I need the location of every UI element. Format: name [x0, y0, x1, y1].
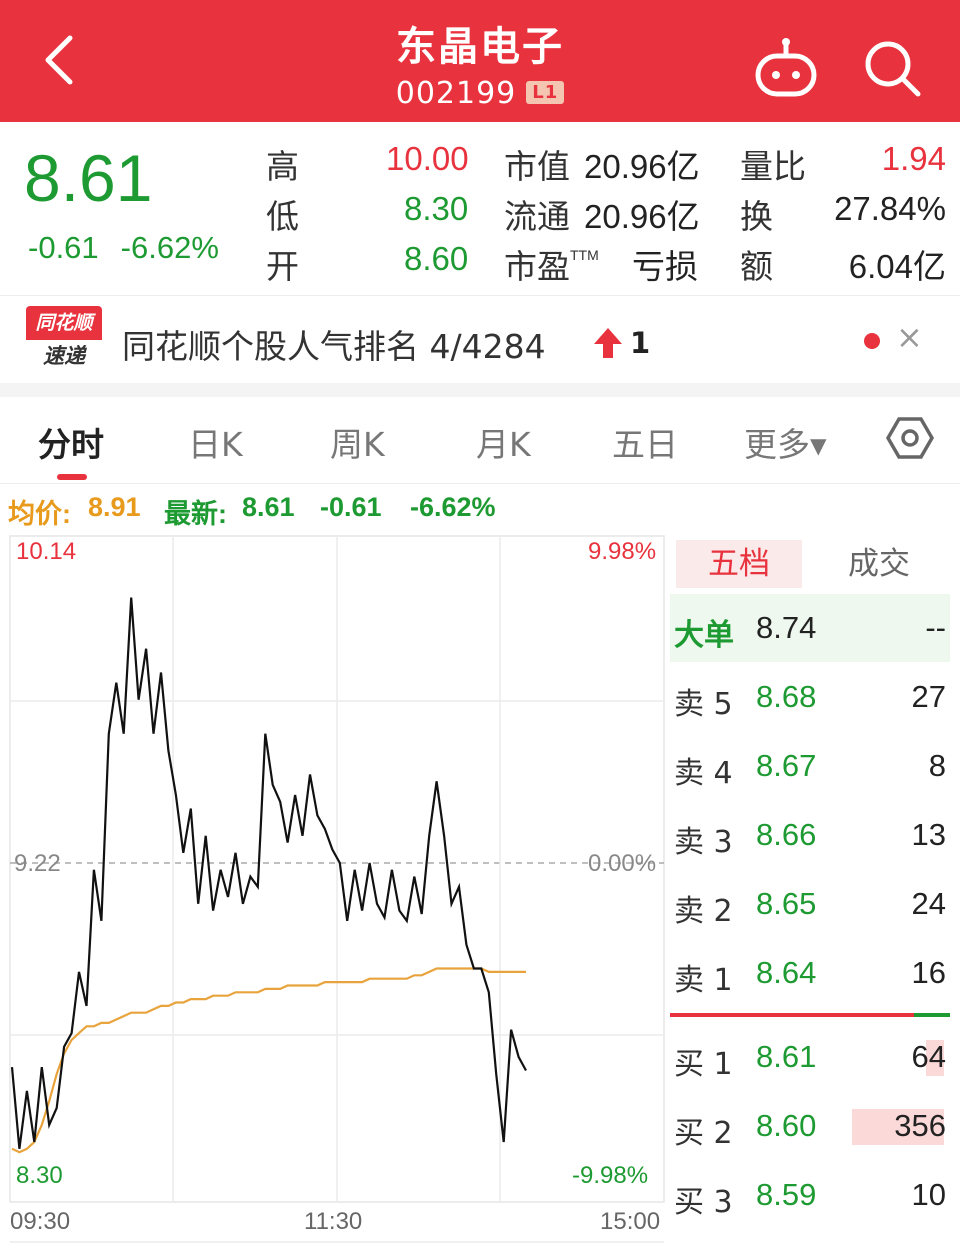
tab-intraday[interactable]: 分时 [38, 418, 104, 466]
average-price-line [11, 967, 526, 1154]
price-line [10, 597, 527, 1149]
tab-daily-k[interactable]: 日K [188, 418, 243, 466]
chart-prev-close-price: 9.22 [14, 850, 61, 877]
mktcap-value: 20.96亿 [584, 148, 700, 185]
latest-change-pct: -6.62% [410, 492, 496, 522]
chart-top-price: 10.14 [16, 538, 77, 565]
close-icon[interactable]: × [896, 318, 923, 356]
chart-grid [9, 535, 665, 1243]
time-end-label: 15:00 [600, 1208, 661, 1235]
amount-value: 6.04亿 [848, 248, 946, 285]
pe-label: 市盈TTM [504, 240, 599, 288]
pe-label-text: 市盈 [504, 248, 570, 285]
change-amount: -0.61 [28, 230, 99, 265]
ask-5-label: 卖 5 [674, 687, 733, 722]
robot-assistant-icon[interactable] [752, 36, 820, 100]
bid-3-price: 8.59 [756, 1177, 817, 1212]
mktcap-label: 市值 [504, 148, 570, 185]
divider [0, 483, 960, 484]
high-value: 10.00 [386, 140, 469, 177]
tab-transactions[interactable]: 成交 [848, 540, 910, 588]
ask-2-price: 8.65 [756, 886, 817, 921]
pe-ttm-sup: TTM [570, 247, 599, 263]
ask-1-label: 卖 1 [674, 963, 733, 998]
buy-sell-ratio-green [914, 1013, 950, 1017]
buy-sell-ratio-red [670, 1013, 914, 1017]
ask-5-vol: 27 [911, 679, 946, 714]
ask-3-label: 卖 3 [674, 825, 733, 860]
current-price: 8.61 [24, 141, 153, 215]
divider [0, 295, 960, 296]
time-start-label: 09:30 [10, 1208, 71, 1235]
tab-five-levels[interactable]: 五档 [676, 540, 802, 588]
ask-1-vol: 16 [911, 955, 946, 990]
big-order-price: 8.74 [756, 610, 817, 645]
high-label: 高 [266, 148, 299, 185]
open-label: 开 [266, 248, 299, 285]
bid-1-vol: 64 [911, 1039, 946, 1074]
chart-bottom-price: 8.30 [16, 1162, 63, 1189]
logo-top: 同花顺 [26, 306, 102, 340]
settings-hexagon-icon[interactable] [886, 414, 934, 462]
level-badge: L1 [526, 81, 565, 104]
change-percent: -6.62% [120, 230, 219, 265]
ask-3-price: 8.66 [756, 817, 817, 852]
latest-value: 8.61 [242, 492, 295, 522]
turnover-value: 27.84% [834, 190, 946, 227]
avg-label: 均价: [8, 499, 71, 529]
bid-2-vol: 356 [894, 1108, 946, 1143]
pe-value: 亏损 [632, 248, 698, 285]
popularity-rank-text[interactable]: 同花顺个股人气排名 4/4284 [122, 320, 546, 368]
latest-label: 最新: [164, 499, 227, 529]
time-mid-label: 11:30 [304, 1208, 363, 1235]
float-label: 流通 [504, 198, 570, 235]
logo-bottom: 速递 [43, 344, 85, 368]
ask-4-label: 卖 4 [674, 756, 733, 791]
ths-express-logo[interactable]: 同花顺 速递 [26, 306, 102, 372]
turnover-label: 换 [740, 198, 773, 235]
search-icon[interactable] [860, 36, 924, 100]
chart-prev-close-pct: 0.00% [588, 850, 657, 877]
bid-3-label: 买 3 [674, 1185, 733, 1220]
open-value: 8.60 [404, 240, 469, 277]
ask-4-vol: 8 [928, 748, 946, 783]
tab-weekly-k[interactable]: 周K [330, 418, 385, 466]
section-gap [0, 383, 960, 397]
active-tab-indicator [57, 474, 87, 480]
bid-3-vol: 10 [911, 1177, 946, 1212]
bid-2-label: 买 2 [674, 1116, 733, 1151]
vol-ratio-label: 量比 [740, 148, 806, 185]
chart-top-pct: 9.98% [588, 538, 657, 565]
rank-change-value: 1 [630, 326, 651, 360]
ask-2-label: 卖 2 [674, 894, 733, 929]
low-value: 8.30 [404, 190, 469, 227]
low-label: 低 [266, 198, 299, 235]
ask-1-price: 8.64 [756, 955, 817, 990]
app-header: 东晶电子 002199 L1 [0, 0, 960, 122]
vol-ratio-value: 1.94 [881, 140, 946, 177]
ask-3-vol: 13 [911, 817, 946, 852]
up-arrow-icon [594, 328, 622, 358]
latest-change: -0.61 [320, 492, 382, 522]
bid-2-price: 8.60 [756, 1108, 817, 1143]
avg-value: 8.91 [88, 492, 141, 522]
tab-five-day[interactable]: 五日 [612, 418, 678, 466]
tab-monthly-k[interactable]: 月K [476, 418, 531, 466]
bid-1-price: 8.61 [756, 1039, 817, 1074]
intraday-chart[interactable] [0, 530, 670, 1252]
price-change: -0.61 -6.62% [28, 230, 241, 266]
float-value: 20.96亿 [584, 198, 700, 235]
big-order-vol: -- [925, 610, 946, 645]
ask-4-price: 8.67 [756, 748, 817, 783]
ask-2-vol: 24 [911, 886, 946, 921]
bid-1-label: 买 1 [674, 1047, 733, 1082]
tab-more[interactable]: 更多▾ [744, 418, 827, 466]
unread-dot [864, 333, 880, 349]
amount-label: 额 [740, 248, 773, 285]
chart-bottom-pct: -9.98% [572, 1162, 649, 1189]
big-order-label: 大单 [674, 618, 734, 653]
stock-code-text: 002199 [395, 76, 517, 111]
ask-5-price: 8.68 [756, 679, 817, 714]
